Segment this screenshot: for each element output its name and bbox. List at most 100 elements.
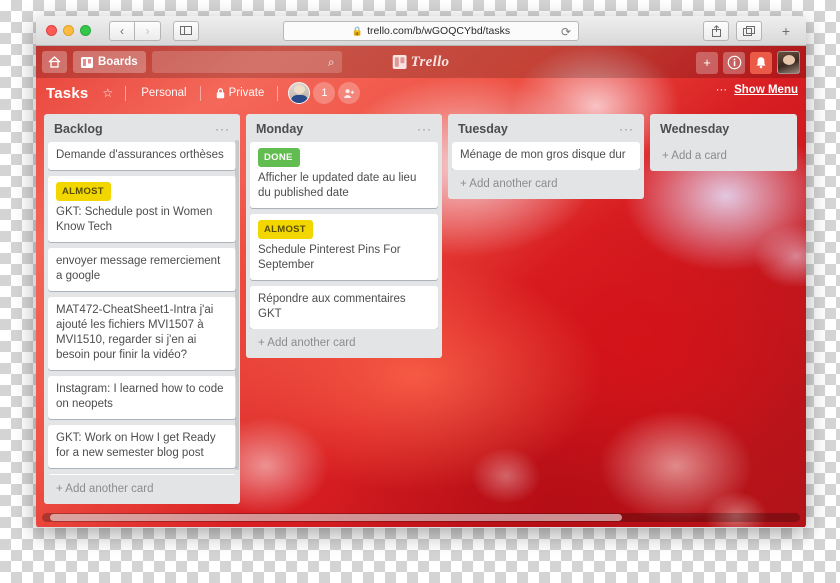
home-icon[interactable] <box>42 51 67 73</box>
trello-logo-text: Trello <box>410 53 450 70</box>
new-tab-icon[interactable]: + <box>774 21 798 41</box>
list-menu-icon[interactable]: ··· <box>417 123 432 135</box>
show-tabs-icon[interactable] <box>736 21 762 41</box>
trello-logo-icon <box>392 55 407 69</box>
search-input[interactable]: ⌕ <box>151 51 342 73</box>
list-item[interactable]: Répondre aux commentaires GKT <box>250 286 438 329</box>
sidebar-glyph <box>180 26 192 35</box>
list-header: Tuesday ··· <box>452 120 640 142</box>
trello-logo[interactable]: Trello <box>392 53 450 71</box>
list-header: Wednesday <box>654 120 793 142</box>
trello-top-nav: Boards ⌕ Trello + <box>36 46 806 78</box>
member-count-badge[interactable]: 1 <box>313 82 336 104</box>
list-item[interactable]: Ménage de mon gros disque dur <box>452 142 640 170</box>
card-title: Ménage de mon gros disque dur <box>460 149 626 161</box>
boards-icon <box>81 56 93 68</box>
list-item[interactable]: GKT: Work on How I get Ready for a new s… <box>48 425 236 468</box>
sidebar-toggle-icon[interactable] <box>173 20 199 41</box>
card-title: GKT: Work on How I get Ready for a new s… <box>56 432 216 459</box>
url-text: trello.com/b/wGOQCYbd/tasks <box>367 25 511 37</box>
list-item[interactable]: ALMOST GKT: Schedule post in Women Know … <box>48 176 236 242</box>
list-item[interactable]: MAT472-CheatSheet1-Intra j'ai ajouté les… <box>48 297 236 370</box>
search-icon: ⌕ <box>327 55 335 69</box>
minimize-window-button[interactable] <box>63 25 74 36</box>
add-card-button[interactable]: + Add a card <box>654 142 793 171</box>
divider <box>277 85 279 101</box>
list-title: Monday <box>256 122 304 136</box>
list-header: Monday ··· <box>250 120 438 142</box>
close-window-button[interactable] <box>46 25 57 36</box>
share-icon[interactable] <box>703 21 729 41</box>
divider <box>199 85 201 101</box>
list-header: Backlog ··· <box>48 120 236 142</box>
address-bar[interactable]: 🔒 trello.com/b/wGOQCYbd/tasks ⟳ <box>283 21 579 41</box>
list-title: Backlog <box>54 122 103 136</box>
browser-window: ‹ › 🔒 trello.com/b/wGOQCYbd/tasks ⟳ + Bo… <box>36 16 806 528</box>
card-title: Demande d'assurances orthèses <box>56 149 224 161</box>
card-title: Afficher le updated date au lieu du publ… <box>258 172 417 199</box>
list-item[interactable]: DONE Afficher le updated date au lieu du… <box>250 142 438 208</box>
screenshot-canvas: ‹ › 🔒 trello.com/b/wGOQCYbd/tasks ⟳ + Bo… <box>0 0 840 583</box>
reload-icon[interactable]: ⟳ <box>561 25 571 39</box>
scrollbar-track[interactable] <box>42 513 800 522</box>
list-item[interactable]: envoyer message remerciement a google <box>48 248 236 291</box>
add-card-button[interactable]: + Add another card <box>48 475 236 504</box>
card-title: envoyer message remerciement a google <box>56 255 221 282</box>
status-badge[interactable]: DONE <box>258 148 300 167</box>
menu-dots-icon: ··· <box>715 84 728 96</box>
window-controls <box>46 25 91 36</box>
add-member-glyph <box>344 88 355 98</box>
add-button[interactable]: + <box>696 51 718 74</box>
list-item[interactable]: ALMOST Schedule Pinterest Pins For Septe… <box>250 214 438 280</box>
list-backlog[interactable]: Backlog ··· Demande d'assurances orthèse… <box>44 114 240 504</box>
add-card-button[interactable]: + Add another card <box>452 170 640 199</box>
card-title: Répondre aux commentaires GKT <box>258 293 406 320</box>
boards-label: Boards <box>98 56 138 68</box>
status-badge[interactable]: ALMOST <box>258 220 313 239</box>
page-title: Tasks <box>46 84 89 102</box>
visibility-button[interactable]: Private <box>209 84 272 102</box>
user-avatar[interactable] <box>777 51 800 74</box>
card-title: GKT: Schedule post in Women Know Tech <box>56 206 213 233</box>
card-container: Ménage de mon gros disque dur <box>452 142 640 170</box>
add-card-button[interactable]: + Add another card <box>250 329 438 358</box>
show-menu-label: Show Menu <box>734 84 798 96</box>
team-name[interactable]: Personal <box>134 84 193 102</box>
navigation-buttons: ‹ › <box>109 20 161 41</box>
list-item[interactable]: Instagram: I learned how to code on neop… <box>48 376 236 419</box>
info-icon <box>727 55 741 70</box>
board-header: Tasks ☆ Personal Private 1 ··· Show Menu <box>36 78 806 108</box>
list-tuesday[interactable]: Tuesday ··· Ménage de mon gros disque du… <box>448 114 644 199</box>
visibility-label: Private <box>228 87 265 99</box>
star-icon[interactable]: ☆ <box>96 83 119 103</box>
bell-glyph <box>756 57 766 69</box>
divider <box>125 85 127 101</box>
back-button[interactable]: ‹ <box>109 20 135 41</box>
list-monday[interactable]: Monday ··· DONE Afficher le updated date… <box>246 114 442 358</box>
tabs-glyph <box>743 25 755 36</box>
info-button[interactable] <box>723 51 745 74</box>
forward-button[interactable]: › <box>135 20 161 41</box>
home-glyph <box>48 56 61 68</box>
browser-toolbar: ‹ › 🔒 trello.com/b/wGOQCYbd/tasks ⟳ + <box>36 16 806 46</box>
maximize-window-button[interactable] <box>80 25 91 36</box>
list-title: Tuesday <box>458 122 508 136</box>
list-menu-icon[interactable]: ··· <box>619 123 634 135</box>
card-container: Demande d'assurances orthèses ALMOST GKT… <box>48 142 236 475</box>
list-item[interactable]: Demande d'assurances orthèses <box>48 142 236 170</box>
scrollbar-thumb[interactable] <box>50 514 622 521</box>
board-canvas[interactable]: Backlog ··· Demande d'assurances orthèse… <box>36 108 806 511</box>
card-title: Instagram: I learned how to code on neop… <box>56 383 224 410</box>
card-title: MAT472-CheatSheet1-Intra j'ai ajouté les… <box>56 304 214 361</box>
add-member-icon[interactable] <box>338 82 361 104</box>
list-scrollbar[interactable] <box>235 140 239 470</box>
board-horizontal-scrollbar[interactable] <box>36 513 806 523</box>
show-menu-button[interactable]: ··· Show Menu <box>716 84 798 96</box>
status-badge[interactable]: ALMOST <box>56 182 111 201</box>
board-member-avatar[interactable] <box>288 82 311 104</box>
list-wednesday[interactable]: Wednesday + Add a card <box>650 114 797 171</box>
boards-button[interactable]: Boards <box>73 51 146 73</box>
notification-bell-icon[interactable] <box>750 51 772 74</box>
list-menu-icon[interactable]: ··· <box>215 123 230 135</box>
list-title: Wednesday <box>660 122 730 136</box>
